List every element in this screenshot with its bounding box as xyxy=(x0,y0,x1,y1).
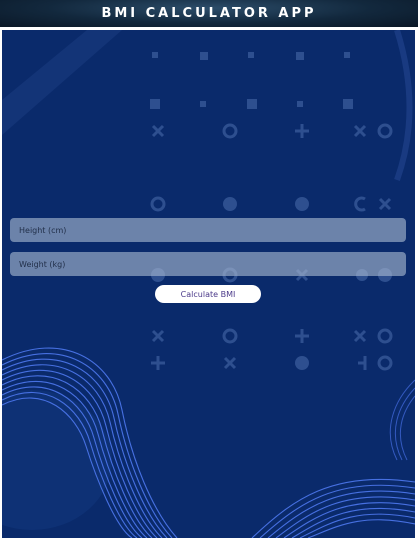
weight-field[interactable] xyxy=(10,252,406,276)
background-decoration xyxy=(2,30,415,538)
app-header: BMI CALCULATOR APP xyxy=(0,0,418,27)
app-title: BMI CALCULATOR APP xyxy=(101,6,317,21)
height-input[interactable] xyxy=(17,224,406,236)
calculate-bmi-button[interactable]: Calculate BMI xyxy=(155,285,261,303)
app-screen: Calculate BMI xyxy=(2,30,415,538)
height-field[interactable] xyxy=(10,218,406,242)
weight-input[interactable] xyxy=(17,258,406,270)
